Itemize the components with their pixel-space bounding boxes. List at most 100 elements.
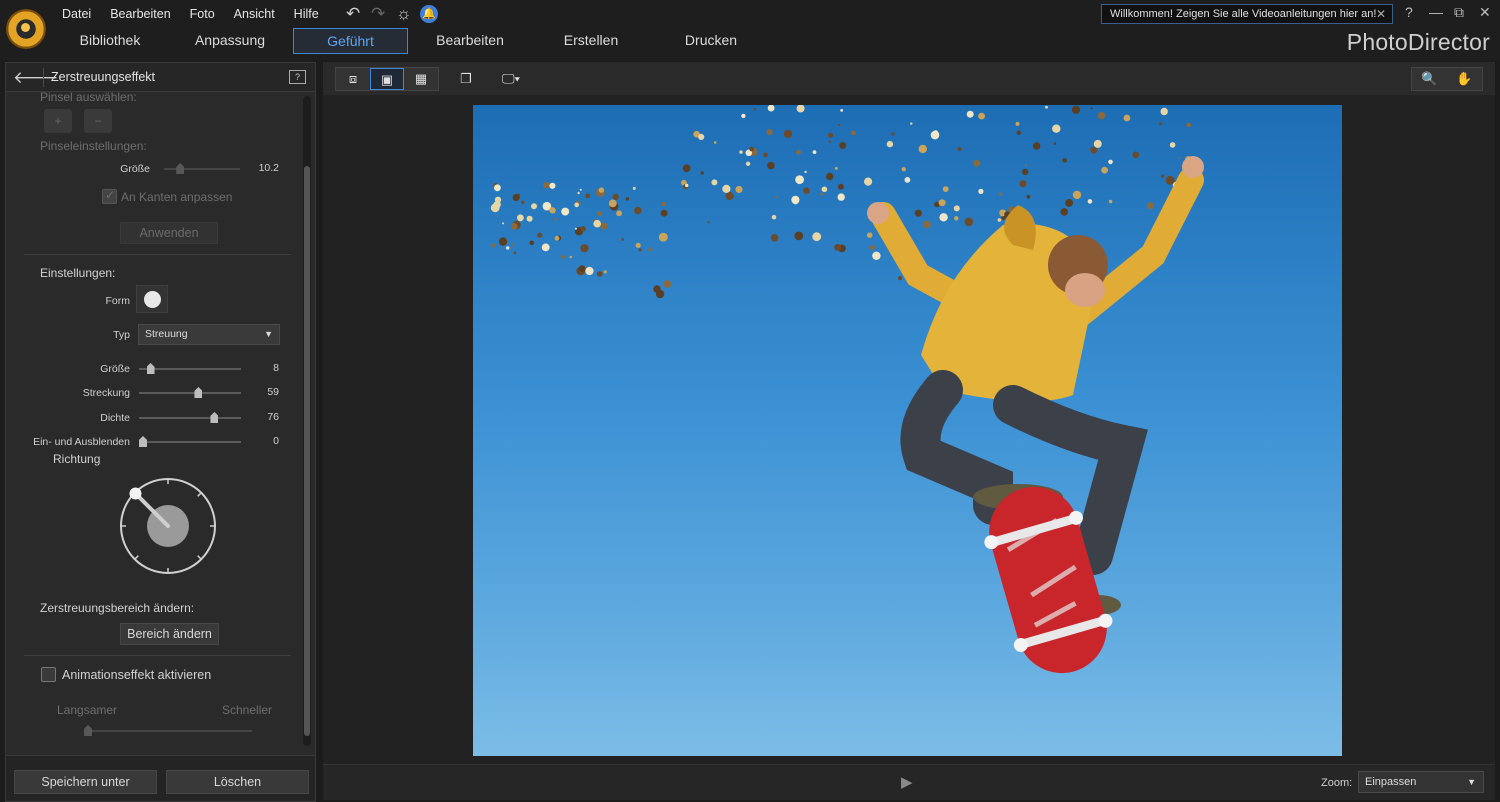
hand-tool-icon[interactable]: ✋ [1447,68,1482,90]
dispersion-particle [580,244,589,253]
dispersion-particle [663,280,672,288]
dispersion-particle [1024,164,1027,166]
tab-erstellen[interactable]: Erstellen [541,28,641,54]
dispersion-particle [840,109,844,112]
dispersion-particle [826,172,834,181]
compare-view-icon[interactable]: ⧈ [336,68,370,90]
undo-icon[interactable]: ↶ [346,4,360,24]
tab-anpassung[interactable]: Anpassung [180,28,280,54]
dispersion-particle [749,146,755,152]
save-as-button[interactable]: Speichern unter [14,770,157,794]
slower-label: Langsamer [57,703,118,717]
dispersion-particle [973,159,981,167]
menu-bearbeiten[interactable]: Bearbeiten [110,6,170,22]
menu-datei[interactable]: Datei [62,6,91,22]
play-icon[interactable]: ▶ [901,773,913,791]
dispersion-particle [812,150,817,154]
brush-size-slider-knob[interactable] [176,163,185,174]
slider-track[interactable] [139,441,241,443]
dispersion-particle [803,187,810,194]
close-window-icon[interactable]: ✕ [1479,4,1491,21]
brush-remove-button[interactable]: − [84,109,112,133]
apply-button[interactable]: Anwenden [120,222,218,244]
dispersion-particle [1016,130,1021,135]
tab-bearbeiten[interactable]: Bearbeiten [420,28,520,54]
app-logo-icon[interactable] [6,9,46,49]
grid-view-icon[interactable]: ▦ [404,68,438,90]
dispersion-particle [580,226,586,232]
panel-scrollbar[interactable] [303,96,311,746]
animation-speed-knob[interactable] [84,725,92,736]
dispersion-particle [1090,146,1098,154]
slider-knob[interactable] [139,436,147,447]
dispersion-particle [851,130,856,136]
photo-canvas[interactable] [473,105,1342,756]
menu-ansicht[interactable]: Ansicht [234,6,275,22]
slider-value: 0 [273,435,279,447]
brush-add-button[interactable]: + [44,109,72,133]
tab-drucken[interactable]: Drucken [661,28,761,54]
dispersion-particle [549,207,556,214]
dispersion-particle [938,199,946,207]
help-icon[interactable]: ? [1405,4,1413,20]
dispersion-particle [596,271,603,277]
dispersion-particle [1072,190,1082,200]
animation-speed-slider[interactable] [84,730,252,732]
dispersion-particle [804,170,807,174]
change-area-button[interactable]: Bereich ändern [120,623,219,645]
restore-icon[interactable]: ⧉ [1454,4,1464,21]
single-view-icon[interactable]: ▣ [370,68,404,90]
dispersion-particle [600,222,608,230]
second-display-icon[interactable]: ❐ [449,68,483,90]
dispersion-particle [1186,122,1192,128]
tab-gefuehrt[interactable]: Geführt [293,28,408,54]
dispersion-particle [939,213,948,222]
slider-knob[interactable] [210,412,219,423]
dispersion-particle [1015,121,1020,126]
slider-track[interactable] [139,392,241,394]
dispersion-particle [767,161,775,170]
chevron-down-icon: ▼ [264,329,273,339]
brush-size-slider[interactable] [164,168,240,170]
help-video-icon[interactable]: ? [289,70,306,84]
scrollbar-thumb[interactable] [304,166,310,736]
settings-gear-icon[interactable]: ☼ [396,4,412,24]
brush-size-value: 10.2 [258,162,279,174]
minimize-icon[interactable]: — [1429,4,1443,20]
redo-icon[interactable]: ↷ [371,4,385,24]
edge-adapt-checkbox[interactable] [102,188,117,204]
dispersion-particle [1169,142,1176,148]
menu-foto[interactable]: Foto [190,6,215,22]
notification-bell-icon[interactable]: 🔔 [420,5,438,23]
dispersion-particle [1087,199,1093,204]
animation-checkbox[interactable] [41,667,56,682]
dispersion-particle [864,177,873,186]
dispersion-particle [964,217,974,227]
brush-remove-icon: − [94,114,102,128]
slider-track[interactable] [139,417,241,419]
dispersion-particle [513,251,517,254]
monitor-dropdown-icon[interactable]: 🖵▾ [491,68,531,90]
direction-dial[interactable] [118,476,218,576]
dispersion-particle [775,195,778,199]
dispersion-particle [1019,180,1027,188]
tab-bibliothek[interactable]: Bibliothek [60,28,160,54]
type-dropdown[interactable]: Streuung ▼ [138,324,280,345]
delete-button[interactable]: Löschen [166,770,309,794]
dispersion-particle [1108,199,1113,204]
shape-circle-button[interactable] [136,285,168,313]
welcome-banner[interactable]: Willkommen! Zeigen Sie alle Videoanleitu… [1101,4,1393,24]
slider-knob[interactable] [146,363,155,374]
close-banner-icon[interactable]: ✕ [1376,5,1386,23]
dispersion-particle [966,110,974,118]
dispersion-particle [498,237,508,246]
menu-hilfe[interactable]: Hilfe [294,6,319,22]
dispersion-particle [490,203,500,213]
slider-knob[interactable] [194,387,203,398]
dispersion-particle [735,185,743,194]
dispersion-particle [1160,107,1168,116]
dispersion-particle [685,183,689,188]
zoom-tool-icon[interactable]: 🔍 [1412,68,1447,90]
dispersion-particle [517,214,524,222]
zoom-dropdown[interactable]: Einpassen ▼ [1358,771,1484,793]
